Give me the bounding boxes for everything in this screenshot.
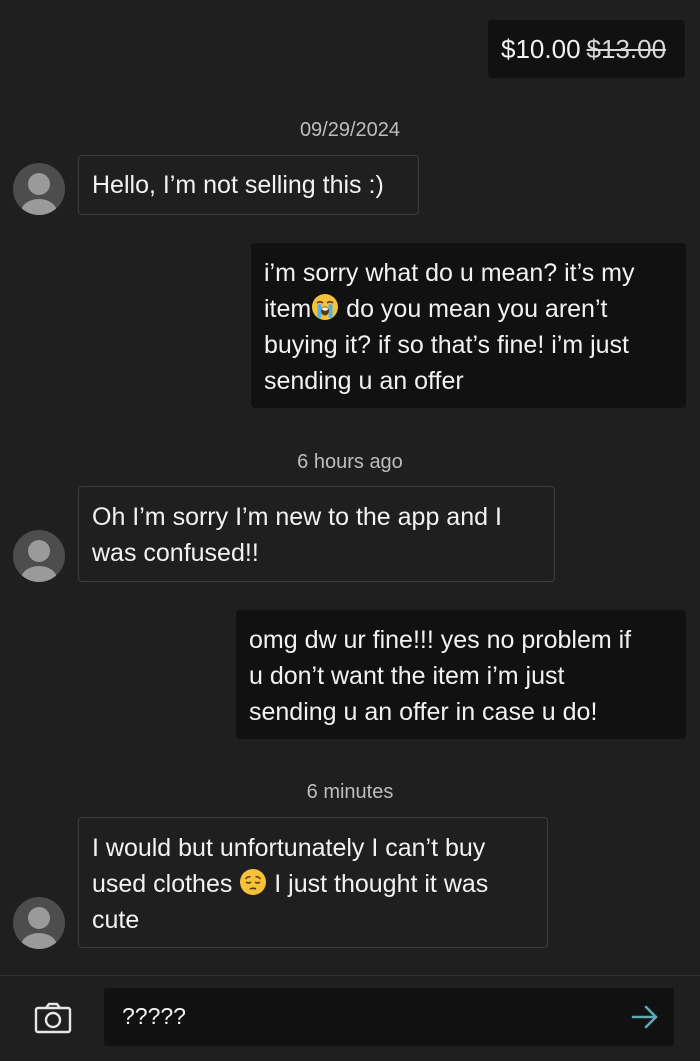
message-line: omg dw ur fine!!! yes no problem if (249, 626, 632, 654)
avatar-head (28, 907, 50, 929)
loudly-crying-face-icon (312, 294, 339, 320)
message-line: sending u an offer in case u do! (249, 698, 598, 726)
message-line: item do you mean you aren’t (264, 291, 672, 327)
date-separator: 6 minutes (306, 781, 394, 803)
message-line: I would but unfortunately I can’t buy (92, 834, 486, 862)
chat-thread: $10.00 $13.00 09/29/2024 Hello, I’m not s… (0, 0, 700, 975)
pensive-face-icon (240, 869, 267, 895)
date-separator: 09/29/2024 (299, 119, 401, 141)
incoming-message: Oh I’m sorry I’m new to the app and I wa… (78, 486, 555, 582)
send-arrow-icon[interactable] (630, 1003, 660, 1031)
avatar[interactable] (13, 530, 65, 582)
message-composer: ????? (0, 975, 700, 1061)
message-line: i’m sorry what do u mean? it’s my (264, 259, 635, 287)
outgoing-message: omg dw ur fine!!! yes no problem if u do… (236, 610, 686, 739)
message-input[interactable]: ????? (104, 988, 674, 1046)
message-line: u don’t want the item i’m just (249, 662, 565, 690)
incoming-message: I would but unfortunately I can’t buy us… (78, 817, 548, 948)
message-text: item (264, 295, 312, 323)
message-line: was confused!! (92, 539, 259, 567)
camera-icon[interactable] (34, 1002, 72, 1034)
offer-bubble[interactable]: $10.00 $13.00 (488, 20, 685, 78)
avatar-head (28, 173, 50, 195)
offer-price: $10.00 (501, 34, 581, 64)
message-text: I just thought it was (267, 870, 489, 898)
message-line: cute (92, 906, 140, 934)
message-text: Hello, I’m not selling this :) (92, 171, 384, 199)
message-text: used clothes (92, 870, 240, 898)
avatar-shoulders (21, 933, 57, 949)
avatar-head (28, 540, 50, 562)
message-input-value: ????? (122, 1003, 186, 1029)
message-line: sending u an offer (264, 367, 464, 395)
avatar[interactable] (13, 163, 65, 215)
avatar-shoulders (21, 566, 57, 582)
message-line: used clothes I just thought it was (92, 866, 535, 902)
outgoing-message: i’m sorry what do u mean? it’s my item d… (251, 243, 686, 408)
message-text: do you mean you aren’t (339, 295, 608, 323)
avatar[interactable] (13, 897, 65, 949)
offer-original-price: $13.00 (586, 34, 667, 64)
message-line: buying it? if so that’s fine! i’m just (264, 331, 629, 359)
message-line: Oh I’m sorry I’m new to the app and I (92, 503, 502, 531)
incoming-message: Hello, I’m not selling this :) (78, 155, 419, 215)
avatar-shoulders (21, 199, 57, 215)
date-separator: 6 hours ago (297, 451, 403, 473)
